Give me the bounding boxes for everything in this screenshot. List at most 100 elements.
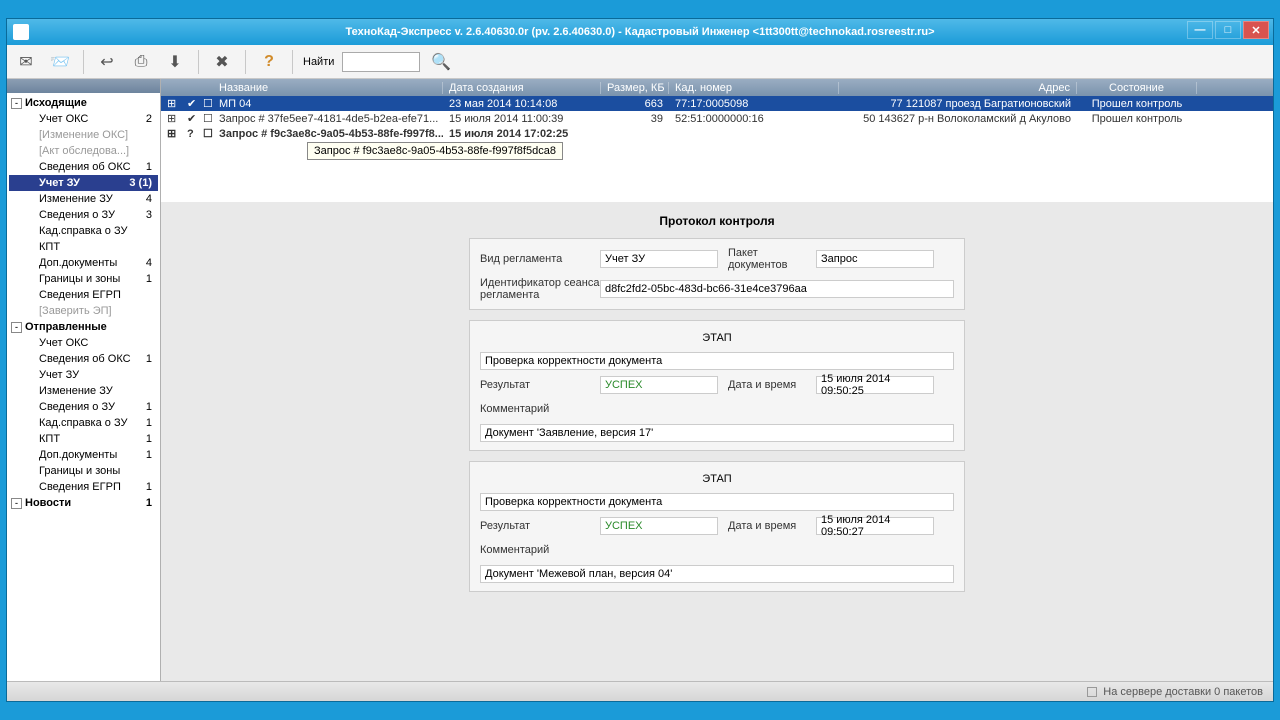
sidebar-item[interactable]: КПТ bbox=[9, 239, 158, 255]
sidebar-item[interactable]: Сведения об ОКС1 bbox=[9, 351, 158, 367]
sidebar-item-label: Отправленные bbox=[25, 321, 107, 333]
comment-value: Документ 'Заявление, версия 17' bbox=[480, 424, 954, 442]
sidebar-item[interactable]: [Заверить ЭП] bbox=[9, 303, 158, 319]
stage-title: ЭТАП bbox=[480, 470, 954, 493]
datetime-label: Дата и время bbox=[728, 520, 816, 532]
table-row[interactable]: ⊞?☐Запрос # f9c3ae8c-9a05-4b53-88fe-f997… bbox=[161, 126, 1273, 141]
cell-name: Запрос # f9c3ae8c-9a05-4b53-88fe-f997f8.… bbox=[213, 128, 443, 140]
sidebar-item[interactable]: Учет ЗУ 3 (1) bbox=[9, 175, 158, 191]
regtype-label: Вид регламента bbox=[480, 253, 600, 265]
stage-panel: ЭТАППроверка корректности документаРезул… bbox=[469, 461, 965, 592]
sidebar-item[interactable]: КПТ1 bbox=[9, 431, 158, 447]
search-input[interactable] bbox=[342, 52, 420, 72]
col-num[interactable]: Кад. номер bbox=[669, 82, 839, 94]
mail-new-icon[interactable]: ✉ bbox=[13, 49, 39, 75]
titlebar: ТехноКад-Экспресс v. 2.6.40630.0r (pv. 2… bbox=[7, 19, 1273, 45]
status-icon: ? bbox=[181, 128, 197, 140]
stage-check: Проверка корректности документа bbox=[480, 352, 954, 370]
sidebar-item[interactable]: Учет ОКС2 bbox=[9, 111, 158, 127]
protocol-title: Протокол контроля bbox=[659, 214, 774, 228]
sidebar-item-label: КПТ bbox=[39, 433, 60, 445]
expand-icon[interactable]: ⊞ bbox=[161, 127, 181, 140]
sidebar-item[interactable]: -Отправленные bbox=[9, 319, 158, 335]
sidebar-item-count: 1 bbox=[146, 449, 156, 461]
sidebar-item-label: Изменение ЗУ bbox=[39, 385, 113, 397]
sidebar-item-count: 1 bbox=[146, 401, 156, 413]
find-label: Найти bbox=[303, 56, 334, 68]
checkbox[interactable]: ☐ bbox=[197, 97, 213, 110]
cell-name: МП 04 bbox=[213, 98, 443, 110]
datetime-value: 15 июля 2014 09:50:27 bbox=[816, 517, 934, 535]
sidebar-item-label: Сведения об ОКС bbox=[39, 353, 131, 365]
pack-label: Пакет документов bbox=[728, 247, 816, 271]
table-row[interactable]: ⊞✔☐Запрос # 37fe5ee7-4181-4de5-b2ea-efe7… bbox=[161, 111, 1273, 126]
status-icon bbox=[1087, 687, 1097, 697]
sidebar-item-label: Учет ЗУ bbox=[39, 177, 80, 189]
sidebar-item[interactable]: Изменение ЗУ4 bbox=[9, 191, 158, 207]
sidebar-item[interactable]: Границы и зоны bbox=[9, 463, 158, 479]
sidebar-item[interactable]: Сведения о ЗУ1 bbox=[9, 399, 158, 415]
sidebar-item[interactable]: [Акт обследова...] bbox=[9, 143, 158, 159]
sidebar-item[interactable]: Доп.документы 4 bbox=[9, 255, 158, 271]
sidebar-item[interactable]: Сведения о ЗУ 3 bbox=[9, 207, 158, 223]
cell-date: 15 июля 2014 17:02:25 bbox=[443, 128, 601, 140]
sidebar-item[interactable]: Сведения об ОКС1 bbox=[9, 159, 158, 175]
sidebar-item[interactable]: [Изменение ОКС] bbox=[9, 127, 158, 143]
cell-date: 23 мая 2014 10:14:08 bbox=[443, 98, 601, 110]
table-row[interactable]: ⊞✔☐МП 0423 мая 2014 10:14:0866377:17:000… bbox=[161, 96, 1273, 111]
sidebar-item[interactable]: Кад.справка о ЗУ bbox=[9, 223, 158, 239]
checkbox[interactable]: ☐ bbox=[197, 112, 213, 125]
sidebar-item-label: Исходящие bbox=[25, 97, 87, 109]
cell-size: 663 bbox=[601, 98, 669, 110]
checkbox[interactable]: ☐ bbox=[197, 127, 213, 140]
sidebar-item-label: Сведения ЕГРП bbox=[39, 289, 121, 301]
sidebar-item[interactable]: -Исходящие bbox=[9, 95, 158, 111]
col-size[interactable]: Размер, КБ bbox=[601, 82, 669, 94]
cell-addr: 77 121087 проезд Багратионовский bbox=[839, 98, 1077, 110]
reply-icon[interactable]: ↩ bbox=[94, 49, 120, 75]
search-go-icon[interactable]: 🔍 bbox=[428, 49, 454, 75]
sidebar-item[interactable]: Изменение ЗУ bbox=[9, 383, 158, 399]
help-icon[interactable]: ? bbox=[256, 49, 282, 75]
expand-icon[interactable]: ⊞ bbox=[161, 112, 181, 125]
col-addr[interactable]: Адрес bbox=[839, 82, 1077, 94]
sidebar-item-count: 3 (1) bbox=[129, 177, 156, 189]
stage-title: ЭТАП bbox=[480, 329, 954, 352]
sidebar-item[interactable]: Доп.документы1 bbox=[9, 447, 158, 463]
sidebar-item-label: Сведения о ЗУ bbox=[39, 209, 115, 221]
separator bbox=[198, 50, 199, 74]
mail-open-icon[interactable]: 📨 bbox=[47, 49, 73, 75]
sidebar-item[interactable]: Сведения ЕГРП1 bbox=[9, 479, 158, 495]
sidebar-item[interactable]: Кад.справка о ЗУ1 bbox=[9, 415, 158, 431]
sidebar-item[interactable]: -Новости1 bbox=[9, 495, 158, 511]
cell-state: Прошел контроль bbox=[1077, 98, 1197, 110]
status-text: На сервере доставки 0 пакетов bbox=[1103, 686, 1263, 698]
maximize-button[interactable]: □ bbox=[1215, 21, 1241, 39]
cell-addr: 50 143627 р-н Волоколамский д Акулово bbox=[839, 113, 1077, 125]
minimize-button[interactable]: — bbox=[1187, 21, 1213, 39]
print-icon[interactable]: ⎙ bbox=[128, 49, 154, 75]
tools-icon[interactable]: ✖ bbox=[209, 49, 235, 75]
sidebar-item[interactable]: Учет ЗУ bbox=[9, 367, 158, 383]
col-state[interactable]: Состояние bbox=[1077, 82, 1197, 94]
sidebar-item-count: 3 bbox=[146, 209, 156, 221]
sidebar-item-label: Границы и зоны bbox=[39, 465, 120, 477]
status-icon: ✔ bbox=[181, 112, 197, 125]
sidebar-item[interactable]: Границы и зоны1 bbox=[9, 271, 158, 287]
regtype-value: Учет ЗУ bbox=[600, 250, 718, 268]
datetime-value: 15 июля 2014 09:50:25 bbox=[816, 376, 934, 394]
expand-icon[interactable]: ⊞ bbox=[161, 97, 181, 110]
window-title: ТехноКад-Экспресс v. 2.6.40630.0r (pv. 2… bbox=[345, 26, 934, 38]
sidebar-item-label: Доп.документы bbox=[39, 257, 117, 269]
sidebar-item-count: 4 bbox=[146, 257, 156, 269]
sidebar: -ИсходящиеУчет ОКС2[Изменение ОКС][Акт о… bbox=[7, 79, 161, 681]
col-name[interactable]: Название bbox=[213, 82, 443, 94]
sidebar-item[interactable]: Учет ОКС bbox=[9, 335, 158, 351]
col-date[interactable]: Дата создания bbox=[443, 82, 601, 94]
close-button[interactable]: ✕ bbox=[1243, 21, 1269, 39]
cell-size: 39 bbox=[601, 113, 669, 125]
separator bbox=[292, 50, 293, 74]
download-icon[interactable]: ⬇ bbox=[162, 49, 188, 75]
sidebar-item[interactable]: Сведения ЕГРП bbox=[9, 287, 158, 303]
details-pane: Протокол контроля Вид регламента Учет ЗУ… bbox=[161, 202, 1273, 681]
